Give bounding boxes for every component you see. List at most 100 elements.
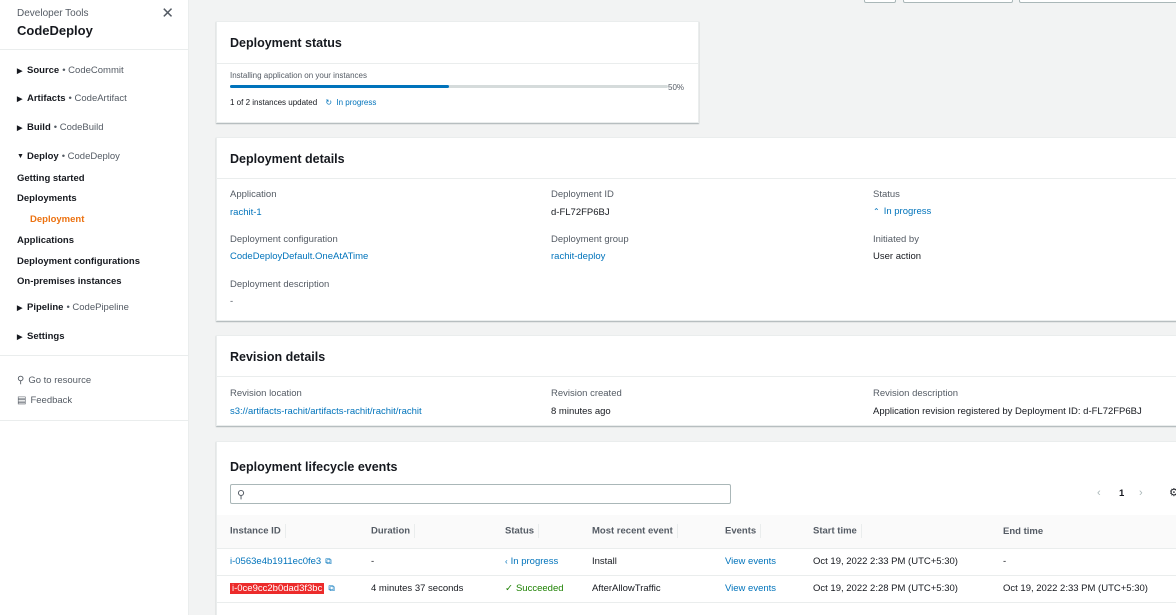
instance-id-cell[interactable]: i-0563e4b1911ec0fe3 ⧉ xyxy=(217,548,358,576)
sidebar-divider xyxy=(0,355,189,356)
revision-location-link[interactable]: s3://artifacts-rachit/artifacts-rachit/r… xyxy=(230,406,422,417)
col-duration[interactable]: Duration xyxy=(358,515,492,549)
search-icon: ⚲ xyxy=(17,374,25,386)
application-link[interactable]: rachit-1 xyxy=(230,207,262,218)
progress-label: Installing application on your instances xyxy=(230,71,367,80)
deployment-config-link[interactable]: CodeDeployDefault.OneAtATime xyxy=(230,251,368,262)
status-label: Status xyxy=(873,189,900,200)
go-to-resource-link[interactable]: ⚲ Go to resource xyxy=(0,373,91,387)
caret-right-icon: ▶ xyxy=(17,67,23,75)
sidebar-group-sub: • CodeCommit xyxy=(62,65,124,76)
sidebar-group-build[interactable]: ▶ Build • CodeBuild xyxy=(17,120,187,135)
sidebar-group-sub: • CodeBuild xyxy=(53,122,104,133)
lifecycle-events-title: Deployment lifecycle events xyxy=(230,460,398,474)
sidebar-divider xyxy=(0,420,189,421)
col-instance-id[interactable]: Instance ID xyxy=(217,515,358,549)
sidebar-item-getting-started[interactable]: Getting started xyxy=(17,171,85,186)
sidebar-title[interactable]: CodeDeploy xyxy=(17,23,171,38)
spinner-icon: ‹ xyxy=(505,557,508,566)
caret-right-icon: ▶ xyxy=(17,95,23,103)
application-label: Application xyxy=(230,189,277,200)
sidebar-item-deployment[interactable]: Deployment xyxy=(17,212,84,227)
sidebar-group-label: Deploy xyxy=(27,151,59,162)
instance-link[interactable]: i-0ce9cc2b0dad3f3bc xyxy=(230,583,325,594)
col-start-time[interactable]: Start time xyxy=(800,515,990,549)
instance-link[interactable]: i-0563e4b1911ec0fe3 xyxy=(230,556,321,567)
deployment-group-link[interactable]: rachit-deploy xyxy=(551,251,605,262)
col-status[interactable]: Status xyxy=(492,515,579,549)
lifecycle-table: Instance ID Duration Status Most recent … xyxy=(217,515,1176,603)
external-link-icon[interactable]: ⧉ xyxy=(325,556,331,566)
revision-description-label: Revision description xyxy=(873,388,959,399)
start-time-cell: Oct 19, 2022 2:28 PM (UTC+5:30) xyxy=(800,575,990,603)
top-button[interactable] xyxy=(1019,0,1176,3)
search-icon: ⚲ xyxy=(237,489,246,501)
feedback-label: Feedback xyxy=(30,394,73,406)
sidebar-header: Developer Tools CodeDeploy ✕ xyxy=(0,0,188,50)
col-events[interactable]: Events xyxy=(712,515,800,549)
sidebar-item-on-premises-instances[interactable]: On-premises instances xyxy=(17,274,122,289)
prev-page-icon[interactable]: ‹ xyxy=(1097,487,1101,499)
sidebar-group-settings[interactable]: ▶ Settings xyxy=(17,329,187,344)
progress-bar-fill xyxy=(230,85,449,88)
sidebar-item-applications[interactable]: Applications xyxy=(17,233,74,248)
revision-created-value: 8 minutes ago xyxy=(551,406,611,417)
view-events-link[interactable]: View events xyxy=(725,556,776,567)
revision-details-title: Revision details xyxy=(230,350,326,364)
status-cell: ‹ In progress xyxy=(492,548,579,576)
deployment-config-label: Deployment configuration xyxy=(230,234,338,245)
sidebar-group-artifacts[interactable]: ▶ Artifacts • CodeArtifact xyxy=(17,91,187,106)
col-end-time[interactable]: End time xyxy=(990,515,1176,549)
spinner-icon: ↻ xyxy=(325,98,333,107)
status-value: ⌃ In progress xyxy=(873,206,931,217)
sidebar-group-pipeline[interactable]: ▶ Pipeline • CodePipeline xyxy=(17,300,187,315)
deployment-group-label: Deployment group xyxy=(551,234,629,245)
start-time-cell: Oct 19, 2022 2:33 PM (UTC+5:30) xyxy=(800,548,990,576)
caret-right-icon: ▶ xyxy=(17,304,23,312)
col-most-recent-event[interactable]: Most recent event xyxy=(579,515,712,549)
instances-updated-text: 1 of 2 instances updated ↻ In progress xyxy=(230,98,376,107)
spinner-icon: ⌃ xyxy=(873,207,880,216)
initiated-by-label: Initiated by xyxy=(873,234,919,245)
top-button[interactable] xyxy=(864,0,896,3)
sidebar-item-deployment-configurations[interactable]: Deployment configurations xyxy=(17,254,140,269)
sidebar-item-deployments[interactable]: Deployments xyxy=(17,191,77,206)
deployment-status-title: Deployment status xyxy=(230,36,342,50)
status-text: In progress xyxy=(336,98,377,107)
page-number[interactable]: 1 xyxy=(1119,488,1124,499)
event-cell: Install xyxy=(579,548,712,576)
success-icon: ✓ xyxy=(505,583,513,594)
settings-icon[interactable]: ⚙ xyxy=(1169,486,1176,499)
deployment-description-label: Deployment description xyxy=(230,279,330,290)
close-icon[interactable]: ✕ xyxy=(161,4,174,22)
deployment-id-value: d-FL72FP6BJ xyxy=(551,207,610,218)
events-cell[interactable]: View events xyxy=(712,548,800,576)
revision-description-value: Application revision registered by Deplo… xyxy=(873,406,1142,417)
next-page-icon[interactable]: › xyxy=(1139,487,1143,499)
panel-divider xyxy=(217,63,698,64)
sidebar-group-deploy[interactable]: ▼ Deploy • CodeDeploy xyxy=(17,149,187,164)
go-to-resource-label: Go to resource xyxy=(28,374,92,386)
sidebar-group-label: Build xyxy=(27,122,51,133)
top-button[interactable] xyxy=(903,0,1013,3)
progress-percent: 50% xyxy=(668,83,685,92)
revision-details-panel: Revision details Revision location s3://… xyxy=(216,335,1176,426)
revision-location-label: Revision location xyxy=(230,388,302,399)
sidebar-group-source[interactable]: ▶ Source • CodeCommit xyxy=(17,63,187,78)
sidebar-category: Developer Tools xyxy=(17,8,89,19)
panel-divider xyxy=(217,376,1176,377)
status-text: In progress xyxy=(510,556,559,567)
caret-right-icon: ▶ xyxy=(17,124,23,132)
panel-divider xyxy=(217,178,1176,179)
view-events-link[interactable]: View events xyxy=(725,583,776,594)
events-cell[interactable]: View events xyxy=(712,575,800,603)
search-input[interactable] xyxy=(253,487,723,501)
caret-down-icon: ▼ xyxy=(17,153,24,160)
instance-id-cell[interactable]: i-0ce9cc2b0dad3f3bc ⧉ xyxy=(217,575,358,603)
lifecycle-search[interactable]: ⚲ xyxy=(230,484,731,504)
external-link-icon[interactable]: ⧉ xyxy=(328,583,334,593)
deployment-details-title: Deployment details xyxy=(230,152,345,166)
feedback-link[interactable]: ▤ Feedback xyxy=(0,393,72,407)
duration-cell: 4 minutes 37 seconds xyxy=(358,575,492,603)
event-cell: AfterAllowTraffic xyxy=(579,575,712,603)
